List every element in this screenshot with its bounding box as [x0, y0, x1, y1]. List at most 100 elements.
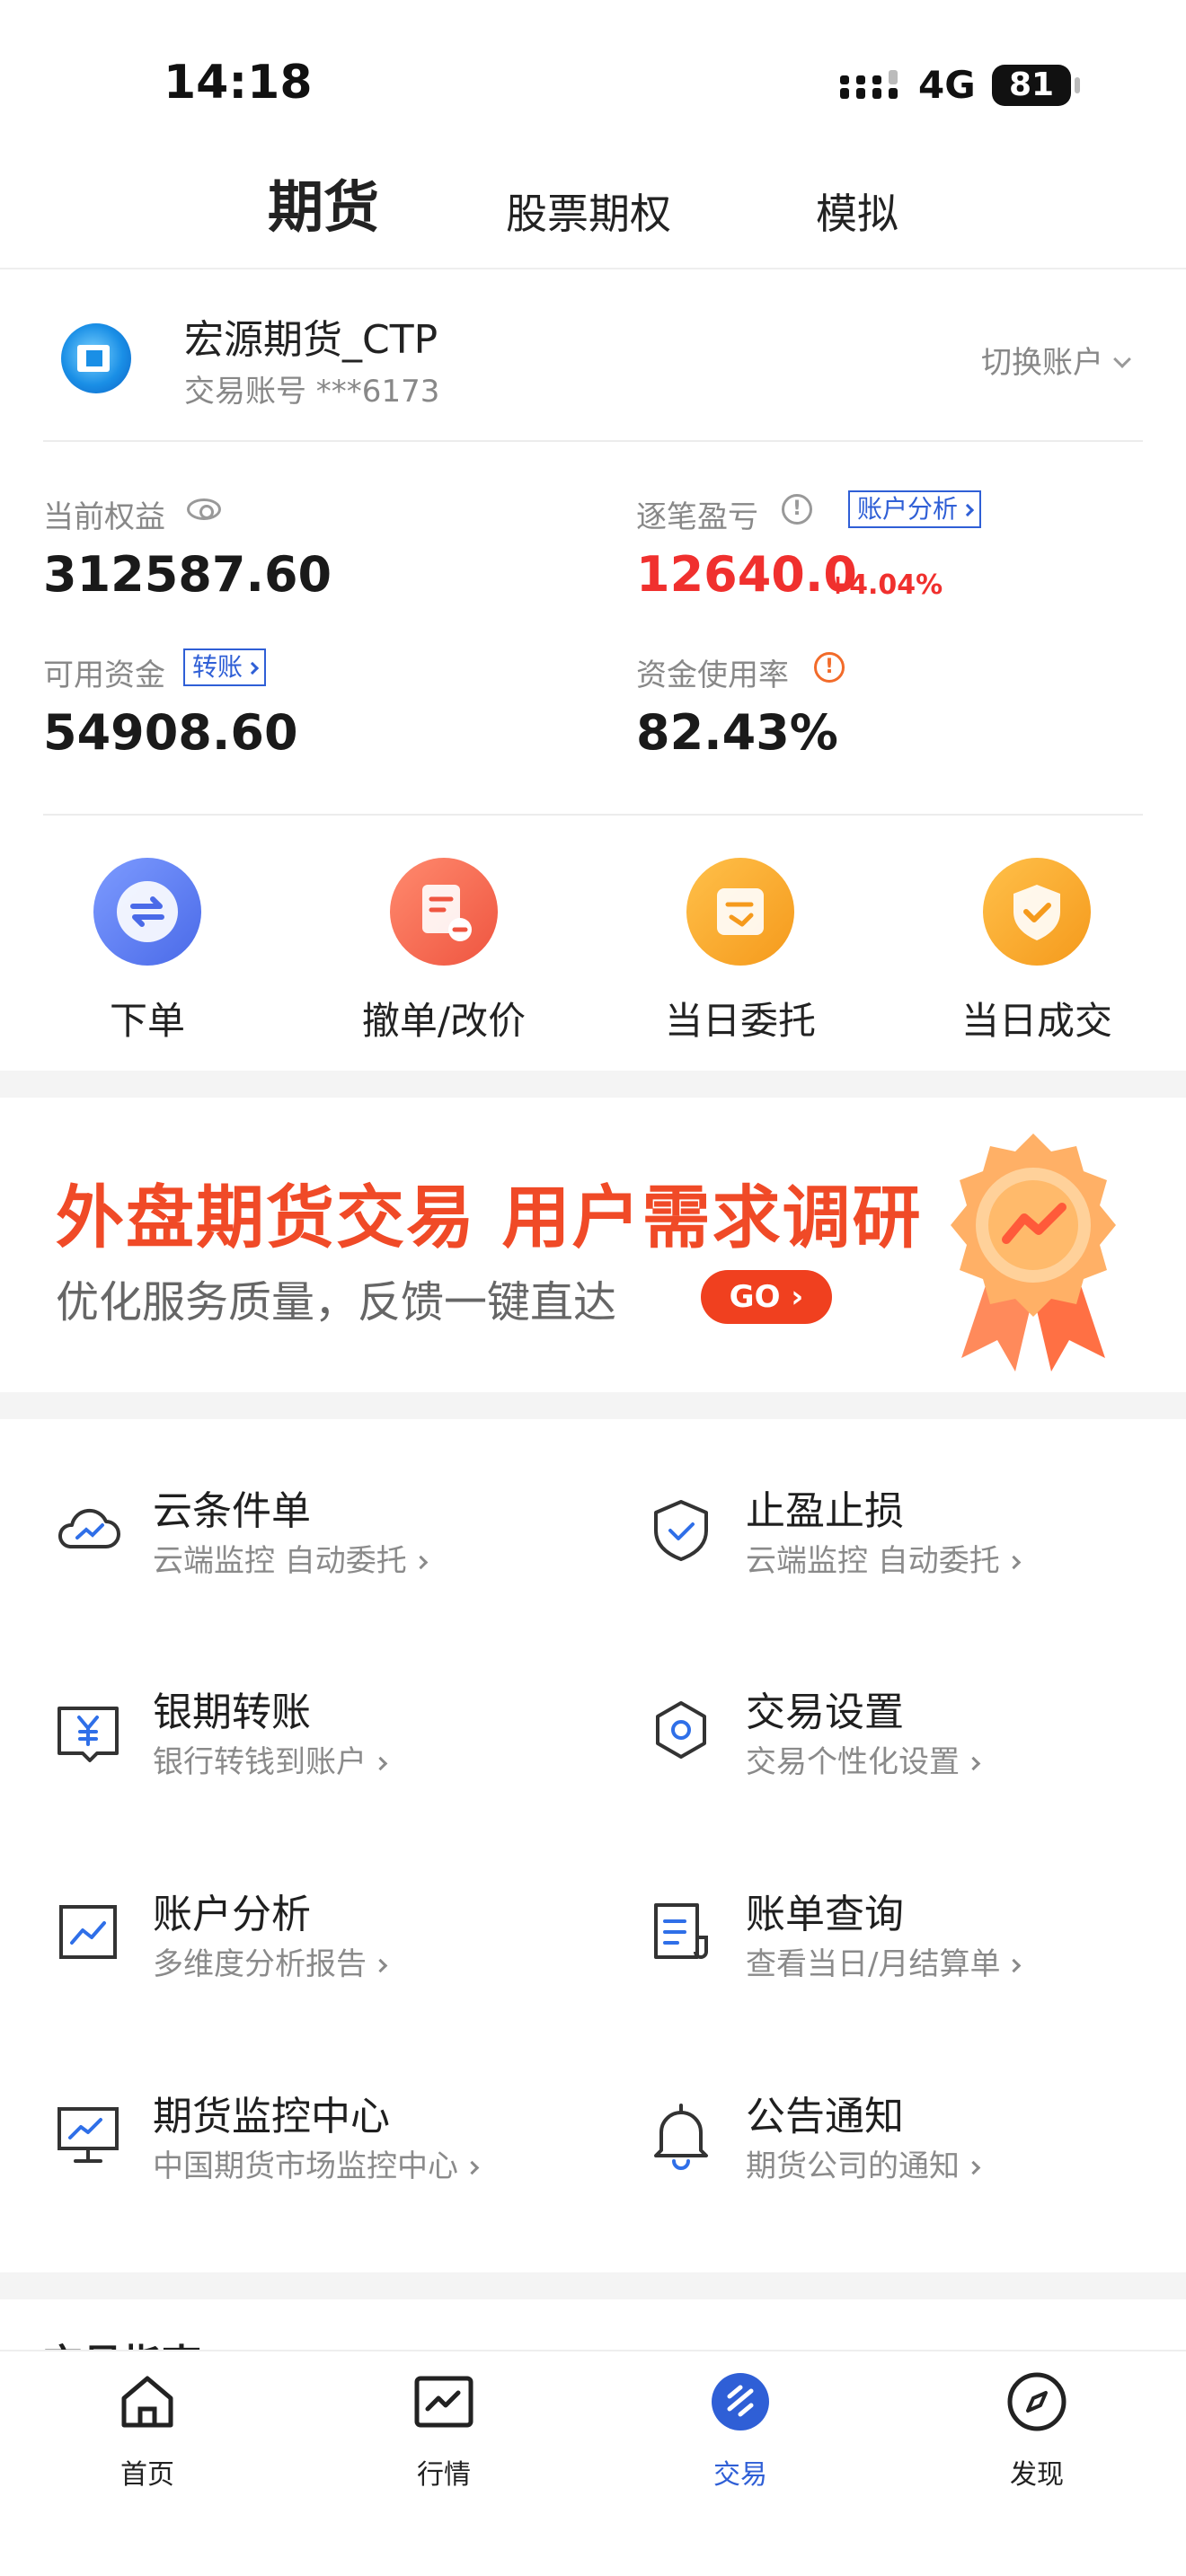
top-tabs: 期货 股票期权 模拟: [0, 162, 1186, 269]
chevron-down-icon: [1113, 350, 1131, 368]
yuan-transfer-icon: [58, 1707, 119, 1762]
transfer-chip[interactable]: 转账: [183, 648, 267, 686]
nav-trade[interactable]: 交易: [651, 2369, 830, 2495]
chevron-right-icon: [413, 1555, 429, 1570]
chevron-right-icon: [1006, 1555, 1022, 1570]
chevron-right-icon: [465, 2160, 480, 2175]
chevron-right-icon: [373, 1756, 388, 1771]
pnl-percent: +4.04%: [827, 569, 943, 601]
metrics-divider: [43, 814, 1143, 816]
cloud-chart-icon: [58, 1508, 120, 1548]
transfer-chip-label: 转账: [192, 652, 243, 682]
bottom-nav: 首页 行情 交易 发现: [0, 2350, 1186, 2576]
nav-home[interactable]: 首页: [58, 2369, 237, 2495]
futures-monitor-center-item[interactable]: 期货监控中心 中国期货市场监控中心: [50, 2084, 589, 2245]
bill-query-item[interactable]: 账单查询 查看当日/月结算单: [643, 1882, 1182, 2043]
account-analysis-chip-label: 账户分析: [857, 494, 959, 524]
status-time: 14:18: [164, 56, 313, 110]
tool-subtitle: 云端监控 自动委托: [746, 1536, 1022, 1580]
cloud-condition-order-item[interactable]: 云条件单 云端监控 自动委托: [50, 1478, 589, 1640]
tool-subtitle: 银行转钱到账户: [153, 1737, 388, 1781]
tool-subtitle-text: 多维度分析报告: [153, 1946, 367, 1982]
nav-discover[interactable]: 发现: [947, 2369, 1127, 2495]
announcements-item[interactable]: 公告通知 期货公司的通知: [643, 2084, 1182, 2245]
chevron-right-icon: [966, 1756, 981, 1771]
tool-subtitle-text: 云端监控 自动委托: [746, 1543, 1000, 1579]
tool-title: 云条件单: [153, 1488, 311, 1534]
chevron-right-icon: [245, 661, 260, 675]
nav-market[interactable]: 行情: [354, 2369, 534, 2495]
tool-title: 公告通知: [746, 2094, 904, 2139]
line-chart-icon: [59, 1905, 117, 1959]
bank-futures-transfer-item[interactable]: 银期转账 银行转钱到账户: [50, 1680, 589, 1841]
chevron-right-icon: [966, 2160, 981, 2175]
tool-subtitle-text: 中国期货市场监控中心: [153, 2148, 458, 2184]
medal-icon: [951, 1134, 1116, 1372]
tab-stock-options[interactable]: 股票期权: [506, 181, 671, 241]
cancel-order-icon: [390, 858, 498, 966]
pnl-value: 12640.0: [636, 546, 857, 603]
entrust-icon: [686, 858, 794, 966]
fund-usage-label: 资金使用率: [636, 657, 789, 693]
account-header[interactable]: 宏源期货_CTP 交易账号 ***6173 切换账户: [0, 287, 1186, 440]
tool-subtitle: 云端监控 自动委托: [153, 1536, 429, 1580]
survey-banner[interactable]: 外盘期货交易 用户需求调研 优化服务质量，反馈一键直达 GO ›: [0, 1098, 1186, 1392]
place-order-button[interactable]: 下单: [58, 858, 237, 1043]
equity-value: 312587.60: [43, 546, 332, 603]
pnl-label: 逐笔盈亏: [636, 499, 758, 535]
nav-home-label: 首页: [120, 2459, 174, 2491]
nav-discover-label: 发现: [1010, 2459, 1064, 2491]
tool-subtitle-text: 云端监控 自动委托: [153, 1543, 407, 1579]
tool-title: 账单查询: [746, 1892, 904, 1937]
bill-icon: [654, 1903, 708, 1959]
section-gap: [0, 1392, 1186, 1419]
section-gap: [0, 1071, 1186, 1098]
account-analysis-item[interactable]: 账户分析 多维度分析报告: [50, 1882, 589, 2043]
section-gap: [0, 2272, 1186, 2299]
market-chart-icon: [414, 2376, 474, 2428]
info-icon[interactable]: !: [782, 494, 812, 525]
tool-title: 交易设置: [746, 1689, 904, 1735]
tool-subtitle: 中国期货市场监控中心: [153, 2141, 480, 2185]
available-funds-value: 54908.60: [43, 704, 298, 761]
available-funds-label: 可用资金: [43, 657, 165, 693]
cancel-order-button[interactable]: 撤单/改价: [354, 858, 534, 1043]
today-entrust-label: 当日委托: [664, 999, 816, 1043]
broker-logo-icon: [61, 323, 131, 393]
switch-account-label: 切换账户: [981, 345, 1103, 381]
cancel-order-label: 撤单/改价: [361, 999, 527, 1043]
tool-title: 账户分析: [153, 1892, 311, 1937]
warning-icon[interactable]: !: [814, 652, 845, 683]
tool-subtitle: 多维度分析报告: [153, 1939, 388, 1983]
bell-icon: [654, 2104, 708, 2170]
banner-go-button[interactable]: GO ›: [701, 1270, 832, 1324]
account-number: 交易账号 ***6173: [184, 374, 440, 410]
place-order-label: 下单: [109, 999, 185, 1043]
shield-check-icon: [654, 1500, 708, 1561]
tool-subtitle: 查看当日/月结算单: [746, 1939, 1022, 1983]
tool-subtitle-text: 查看当日/月结算单: [746, 1946, 1001, 1982]
fund-usage-value: 82.43%: [636, 704, 838, 761]
banner-subtitle: 优化服务质量，反馈一键直达: [56, 1277, 617, 1328]
trade-page: 14:18 4G 81 期货 股票期权 模拟 宏源期货_CTP 交易账号 ***…: [0, 0, 1186, 2576]
tool-title: 止盈止损: [746, 1488, 904, 1534]
nav-market-label: 行情: [417, 2459, 471, 2491]
hexagon-settings-icon: [656, 1701, 706, 1759]
eye-icon[interactable]: [187, 498, 221, 520]
today-deals-button[interactable]: 当日成交: [947, 858, 1127, 1043]
equity-label: 当前权益: [43, 499, 165, 535]
status-bar: 14:18 4G 81: [0, 0, 1186, 144]
today-entrust-button[interactable]: 当日委托: [651, 858, 830, 1043]
trade-settings-item[interactable]: 交易设置 交易个性化设置: [643, 1680, 1182, 1841]
compass-icon: [1007, 2372, 1067, 2431]
nav-trade-label: 交易: [713, 2459, 767, 2491]
account-analysis-chip[interactable]: 账户分析: [848, 490, 982, 528]
swap-arrows-icon: [93, 858, 201, 966]
tab-futures[interactable]: 期货: [268, 162, 379, 243]
chevron-right-icon: [960, 503, 975, 517]
switch-account-button[interactable]: 切换账户: [981, 338, 1131, 382]
trade-icon: [712, 2373, 769, 2430]
stop-profit-loss-item[interactable]: 止盈止损 云端监控 自动委托: [643, 1478, 1182, 1640]
tool-subtitle-text: 期货公司的通知: [746, 2148, 960, 2184]
tab-simulation[interactable]: 模拟: [816, 181, 898, 241]
